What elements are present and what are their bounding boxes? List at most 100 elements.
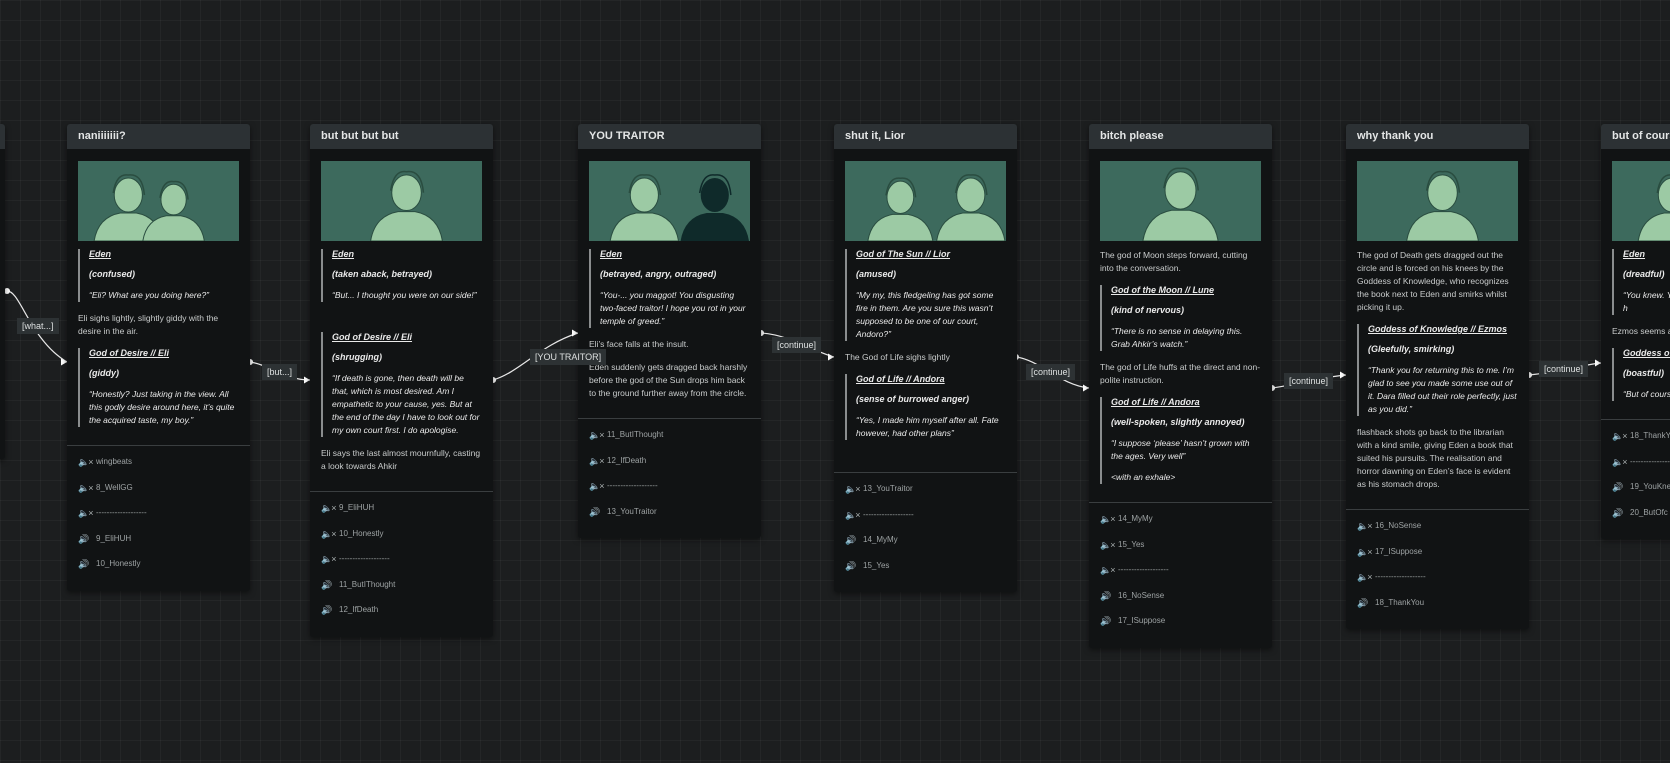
speaker-sound-icon[interactable]: 🔊 (589, 507, 607, 518)
speaker-muted-icon[interactable]: 🔈× (78, 508, 96, 519)
audio-track[interactable]: 🔈× 9_EliHUH (321, 503, 482, 529)
speaker-muted-icon[interactable]: 🔈× (845, 484, 863, 495)
speaker-muted-icon[interactable]: 🔈× (845, 510, 863, 521)
story-node-but-of-course[interactable]: but of course Eden (dreadful) “You knew. Y… (1601, 124, 1670, 539)
speaker-name: God of Life // Andora (856, 374, 945, 384)
audio-track[interactable]: 🔈× 10_Honestly (321, 529, 482, 555)
speaker-sound-icon[interactable]: 🔊 (78, 534, 96, 545)
speaker-sound-icon[interactable]: 🔊 (1612, 508, 1630, 519)
audio-track[interactable]: 🔊 18_ThankYou (1357, 598, 1518, 624)
story-node-but-but-but-but[interactable]: but but but but Eden (taken aback, betray… (310, 124, 493, 637)
story-node-bitch-please[interactable]: bitch please The god of Moon steps forwa… (1089, 124, 1272, 648)
node-script: The god of Moon steps forward, cutting i… (1100, 249, 1261, 484)
audio-track[interactable]: 🔈× 12_IfDeath (589, 456, 750, 482)
audio-track[interactable]: 🔊 13_YouTraitor (589, 507, 750, 533)
link-label-continue[interactable]: [continue] (1026, 364, 1076, 380)
speaker-muted-icon[interactable]: 🔈× (1357, 521, 1375, 532)
dialogue-block: Goddess of K (boastful) “But of cours Know… (1612, 348, 1670, 401)
audio-track[interactable]: 🔈× 13_YouTraitor (845, 484, 1006, 510)
character-figure (370, 170, 443, 241)
link-label-what[interactable]: [what...] (17, 318, 59, 334)
audio-track[interactable]: 🔈×------------------- (321, 554, 482, 580)
narration-text: Eli says the last almost mournfully, cas… (321, 448, 481, 471)
link-label-continue[interactable]: [continue] (772, 337, 822, 353)
dialogue-block: Eden (taken aback, betrayed) “But... I tho… (321, 249, 482, 302)
story-node-naniiiiiii[interactable]: naniiiiiii? Eden (confused) “Eli? What are… (67, 124, 250, 591)
speaker-muted-icon[interactable]: 🔈× (1100, 514, 1118, 525)
audio-track[interactable]: 🔊 14_MyMy (845, 535, 1006, 561)
audio-track[interactable]: 🔊 20_ButOfc (1612, 508, 1670, 534)
speaker-sound-icon[interactable]: 🔊 (845, 561, 863, 572)
audio-track[interactable]: 🔈×------------------- (1612, 457, 1670, 483)
audio-track[interactable]: 🔈× 8_WellGG (78, 483, 239, 509)
node-title[interactable]: but but but but (310, 124, 493, 149)
audio-track[interactable]: 🔈×------------------- (1100, 565, 1261, 591)
node-title[interactable]: YOU TRAITOR (578, 124, 761, 149)
node-title[interactable]: naniiiiiii? (67, 124, 250, 149)
story-node-you-traitor[interactable]: YOU TRAITOR Eden (betrayed, angry, outrag… (578, 124, 761, 538)
speaker-muted-icon[interactable]: 🔈× (78, 457, 96, 468)
audio-track[interactable]: 🔈×------------------- (589, 481, 750, 507)
audio-track[interactable]: 🔈× 18_ThankY (1612, 431, 1670, 457)
audio-track[interactable]: 🔊 17_ISuppose (1100, 616, 1261, 642)
speaker-muted-icon[interactable]: 🔈× (1357, 572, 1375, 583)
audio-track[interactable]: 🔊 10_Honestly (78, 559, 239, 585)
speaker-muted-icon[interactable]: 🔈× (1357, 547, 1375, 558)
scene-illustration (845, 161, 1006, 241)
node-title[interactable]: bitch please (1089, 124, 1272, 149)
speaker-sound-icon[interactable]: 🔊 (1612, 482, 1630, 493)
node-title[interactable] (0, 124, 5, 149)
dialogue-line: “Yes, I made him myself after all. Fate … (856, 415, 999, 438)
audio-track[interactable]: 🔈×------------------- (1357, 572, 1518, 598)
audio-track[interactable]: 🔈×------------------- (78, 508, 239, 534)
story-node-shut-it-lior[interactable]: shut it, Lior God of The Sun // Lior (amu… (834, 124, 1017, 592)
audio-track[interactable]: 🔊 16_NoSense (1100, 591, 1261, 617)
speaker-sound-icon[interactable]: 🔊 (321, 580, 339, 591)
speaker-muted-icon[interactable]: 🔈× (78, 483, 96, 494)
audio-track[interactable]: 🔊 11_ButIThought (321, 580, 482, 606)
audio-track[interactable]: 🔈× 16_NoSense (1357, 521, 1518, 547)
audio-track[interactable]: 🔈× 15_Yes (1100, 540, 1261, 566)
link-label-continue[interactable]: [continue] (1284, 373, 1334, 389)
speaker-muted-icon[interactable]: 🔈× (1612, 457, 1630, 468)
audio-track[interactable]: 🔊 12_IfDeath (321, 605, 482, 631)
speaker-muted-icon[interactable]: 🔈× (1612, 431, 1630, 442)
scene-illustration (1612, 161, 1670, 241)
audio-track[interactable]: 🔈× 17_ISuppose (1357, 547, 1518, 573)
speaker-sound-icon[interactable]: 🔊 (1357, 598, 1375, 609)
audio-track[interactable]: 🔊 15_Yes (845, 561, 1006, 587)
audio-track-label: 14_MyMy (863, 535, 898, 544)
speaker-muted-icon[interactable]: 🔈× (589, 430, 607, 441)
speaker-sound-icon[interactable]: 🔊 (1100, 591, 1118, 602)
link-label-continue[interactable]: [continue] (1539, 361, 1589, 377)
node-title[interactable]: shut it, Lior (834, 124, 1017, 149)
speaker-muted-icon[interactable]: 🔈× (321, 529, 339, 540)
speaker-name: Eden (1623, 249, 1646, 259)
audio-track[interactable]: 🔊 9_EliHUH (78, 534, 239, 560)
node-title[interactable]: but of course (1601, 124, 1670, 149)
speaker-muted-icon[interactable]: 🔈× (321, 554, 339, 565)
narration-text: Eden suddenly gets dragged back harshly … (589, 362, 748, 398)
speaker-sound-icon[interactable]: 🔊 (321, 605, 339, 616)
speaker-sound-icon[interactable]: 🔊 (1100, 616, 1118, 627)
speaker-muted-icon[interactable]: 🔈× (321, 503, 339, 514)
audio-track-list: 🔈× 9_EliHUH 🔈× 10_Honestly 🔈× ---------------… (310, 491, 493, 637)
story-node-offscreen[interactable] (0, 124, 5, 459)
audio-track[interactable]: 🔈× 14_MyMy (1100, 514, 1261, 540)
speaker-sound-icon[interactable]: 🔊 (78, 559, 96, 570)
speaker-muted-icon[interactable]: 🔈× (1100, 540, 1118, 551)
audio-track[interactable]: 🔈× 11_ButIThought (589, 430, 750, 456)
story-graph-canvas[interactable]: naniiiiiii? Eden (confused) “Eli? What are… (0, 0, 1670, 763)
link-label-but[interactable]: [but...] (262, 364, 298, 380)
speaker-muted-icon[interactable]: 🔈× (1100, 565, 1118, 576)
node-title[interactable]: why thank you (1346, 124, 1529, 149)
audio-track[interactable]: 🔊 19_YouKne (1612, 482, 1670, 508)
audio-track[interactable]: 🔈×------------------- (845, 510, 1006, 536)
speaker-muted-icon[interactable]: 🔈× (589, 481, 607, 492)
link-label-you-traitor[interactable]: [YOU TRAITOR] (530, 349, 607, 365)
audio-track[interactable]: 🔈× wingbeats (78, 457, 239, 483)
speaker-sound-icon[interactable]: 🔊 (845, 535, 863, 546)
dialogue-block: Eden (dreadful) “You knew. Y millenia. You… (1612, 249, 1670, 315)
speaker-muted-icon[interactable]: 🔈× (589, 456, 607, 467)
story-node-why-thank-you[interactable]: why thank you The god of Death gets drag… (1346, 124, 1529, 629)
